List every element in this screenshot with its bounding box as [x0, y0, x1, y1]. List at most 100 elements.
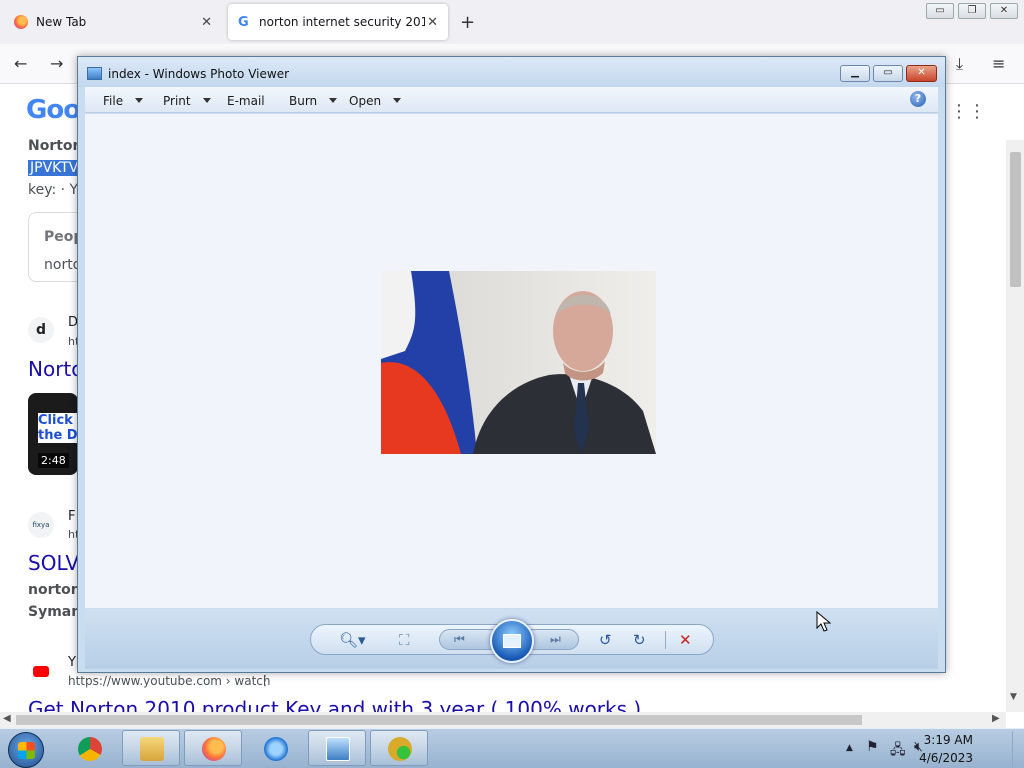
taskbar-ie[interactable]: [246, 730, 304, 766]
site-name: Y: [68, 655, 76, 670]
scroll-thumb[interactable]: [1010, 152, 1021, 287]
maximize-button[interactable]: ▭: [873, 65, 903, 82]
dropdown-arrow-icon: [135, 98, 144, 103]
forward-arrow-icon[interactable]: →: [50, 54, 63, 73]
play-slideshow-button[interactable]: [490, 619, 534, 663]
dropdown-arrow-icon: [329, 98, 338, 103]
zoom-icon[interactable]: 🔍︎▾: [339, 631, 366, 649]
menu-print[interactable]: Print: [163, 94, 211, 108]
new-tab-plus-icon[interactable]: +: [460, 12, 475, 33]
menu-email[interactable]: E-mail: [227, 94, 265, 108]
horizontal-scrollbar[interactable]: ◀ ▶: [0, 712, 1006, 728]
displayed-photo: [381, 271, 656, 454]
taskbar-network-app[interactable]: [370, 730, 428, 766]
result-title-link[interactable]: Norto: [28, 357, 84, 381]
result-title-link[interactable]: SOLV: [28, 551, 79, 575]
help-icon[interactable]: ?: [910, 91, 926, 107]
logo-text: Goo: [26, 95, 81, 125]
menu-label: Burn: [289, 94, 318, 108]
folder-icon: [140, 737, 164, 761]
snippet-bold: Norton: [28, 138, 83, 154]
clock-time[interactable]: 3:19 AM: [924, 733, 973, 747]
menu-open[interactable]: Open: [349, 94, 402, 108]
site-url: https://www.youtube.com › watch: [68, 674, 271, 688]
dropdown-arrow-icon: [393, 98, 402, 103]
browser-close-button[interactable]: ✕: [990, 3, 1018, 19]
tab-title: norton internet security 2010 ke: [259, 15, 425, 29]
people-box-item[interactable]: norto: [44, 257, 81, 273]
tab-norton-search[interactable]: G norton internet security 2010 ke ✕: [228, 4, 448, 40]
result-title-link[interactable]: Get Norton 2010 product Key and with 3 y…: [28, 697, 641, 712]
tab-title: New Tab: [36, 15, 87, 29]
site-favicon: d: [28, 317, 54, 343]
minimize-button[interactable]: ▁: [840, 65, 870, 82]
taskbar-explorer[interactable]: [122, 730, 180, 766]
actual-size-icon[interactable]: ⛶: [399, 631, 410, 649]
tab-new-tab[interactable]: New Tab ✕: [4, 4, 222, 40]
firefox-icon: [14, 15, 28, 29]
taskbar-firefox[interactable]: [184, 730, 242, 766]
apps-grid-icon[interactable]: ⋮⋮: [950, 101, 986, 122]
youtube-icon: [28, 660, 54, 686]
highlighted-key: JPVKTV: [28, 160, 81, 176]
menu-file[interactable]: File: [103, 94, 144, 108]
taskbar-photo-viewer[interactable]: [308, 730, 366, 766]
windows-logo-icon: [18, 742, 35, 759]
browser-minimize-button[interactable]: ▭: [926, 3, 954, 19]
photo-viewer-icon: [326, 737, 350, 761]
scroll-left-icon[interactable]: ◀: [3, 713, 11, 724]
show-hidden-icons[interactable]: ▲: [846, 743, 853, 753]
taskbar-chrome[interactable]: [60, 730, 118, 766]
download-icon[interactable]: ⤓: [956, 54, 963, 74]
photo-viewer-window: index - Windows Photo Viewer ▁ ▭ ✕ File …: [77, 56, 946, 673]
image-canvas: [85, 114, 938, 608]
dropdown-arrow-icon: [202, 98, 211, 103]
menu-label: File: [103, 94, 124, 108]
more-options-icon[interactable]: ⋮: [258, 673, 272, 689]
photo-viewer-menubar: File Print E-mail Burn Open ?: [85, 87, 938, 113]
portrait-photo: [381, 271, 656, 454]
video-thumbnail[interactable]: Click the D 2:48: [28, 393, 78, 475]
site-name: F: [68, 509, 76, 524]
toolbar-divider: [665, 631, 666, 649]
show-desktop-button[interactable]: [1012, 731, 1022, 767]
menu-label: E-mail: [227, 94, 265, 108]
scroll-thumb[interactable]: [16, 715, 862, 725]
rotate-clockwise-icon[interactable]: ↻: [633, 631, 646, 649]
close-tab-icon[interactable]: ✕: [427, 15, 438, 30]
vertical-scrollbar[interactable]: ▼: [1006, 140, 1024, 712]
google-logo[interactable]: Goo: [26, 95, 81, 125]
thumb-text: Click the D: [38, 413, 78, 443]
internet-explorer-icon: [264, 737, 288, 761]
browser-restore-button[interactable]: ❐: [958, 3, 986, 19]
chrome-icon: [78, 737, 102, 761]
scroll-down-icon[interactable]: ▼: [1010, 692, 1017, 702]
previous-icon[interactable]: ⏮: [454, 632, 465, 647]
site-favicon: fixya: [28, 512, 54, 538]
windows-taskbar: ▲ ⚑ 🖧︎ 🔇︎ 3:19 AM 4/6/2023: [0, 728, 1024, 768]
next-icon[interactable]: ⏭: [550, 632, 561, 647]
network-icon[interactable]: 🖧︎: [890, 739, 906, 763]
tab-bar: New Tab ✕ G norton internet security 201…: [0, 0, 1024, 44]
rotate-counterclockwise-icon[interactable]: ↺: [599, 631, 612, 649]
photo-viewer-titlebar[interactable]: index - Windows Photo Viewer ▁ ▭ ✕: [78, 57, 945, 87]
start-button[interactable]: [8, 732, 44, 768]
mouse-cursor-icon: [816, 611, 832, 632]
menu-burn[interactable]: Burn: [289, 94, 338, 108]
scroll-right-icon[interactable]: ▶: [992, 713, 1000, 724]
window-title: index - Windows Photo Viewer: [108, 67, 290, 81]
close-button[interactable]: ✕: [906, 65, 937, 82]
photo-viewer-icon: [87, 67, 102, 80]
close-tab-icon[interactable]: ✕: [201, 15, 212, 30]
delete-icon[interactable]: ✕: [679, 631, 692, 649]
clock-date[interactable]: 4/6/2023: [919, 751, 973, 765]
menu-hamburger-icon[interactable]: ≡: [992, 54, 1005, 73]
menu-label: Open: [349, 94, 382, 108]
back-arrow-icon[interactable]: ←: [14, 54, 27, 73]
photo-viewer-toolbar: 🔍︎▾ ⛶ ⏮ ⏭ ↺ ↻ ✕: [85, 609, 938, 669]
video-duration: 2:48: [38, 453, 69, 468]
menu-label: Print: [163, 94, 191, 108]
snippet-bold: norton: [28, 582, 81, 598]
action-center-flag-icon[interactable]: ⚑: [866, 739, 879, 755]
globe-check-icon: [388, 737, 412, 761]
